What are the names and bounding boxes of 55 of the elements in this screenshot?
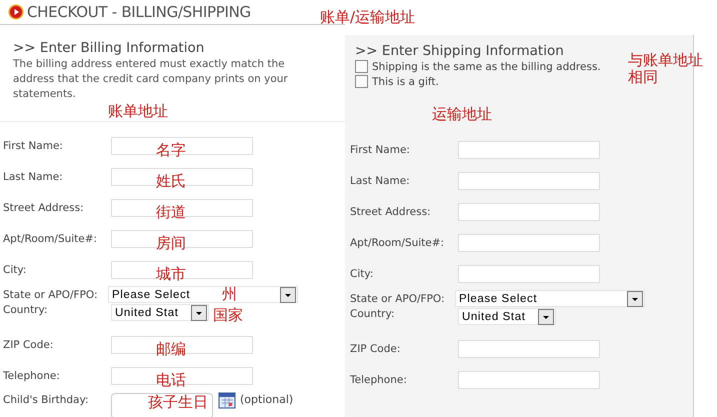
optional-hint: (optional)	[240, 393, 294, 406]
checkbox-label: This is a gift.	[372, 76, 439, 88]
annotation: 国家	[213, 307, 243, 324]
dropdown[interactable]: United Stat	[458, 308, 556, 325]
billing-description: The billing address entered must exactly match the address that the credit card company prints on your statements.	[13, 57, 289, 102]
calendar-icon[interactable]	[218, 391, 236, 409]
checkbox-label: Shipping is the same as the billing address.	[372, 60, 601, 72]
field-label: Telephone:	[350, 374, 408, 386]
field-label: State or APO/FPO:	[3, 288, 99, 300]
checkbox[interactable]	[355, 60, 368, 73]
field-label: City:	[3, 264, 28, 276]
input-field[interactable]	[458, 370, 600, 388]
annotation: 账单地址	[108, 103, 168, 120]
date-field[interactable]	[111, 393, 213, 417]
annotation: 州	[222, 286, 237, 302]
play-icon	[8, 4, 24, 20]
field-label: First Name:	[3, 140, 64, 152]
section-heading: >> Enter Billing Information	[13, 40, 206, 56]
field-label: Street Address:	[3, 202, 85, 214]
annotation: 运输地址	[432, 106, 492, 122]
checkbox[interactable]	[355, 75, 368, 88]
field-label: Country:	[3, 304, 48, 316]
field-label: Apt/Room/Suite#:	[3, 232, 98, 244]
annotation: 电话	[156, 372, 186, 388]
field-label: ZIP Code:	[3, 338, 54, 350]
annotation: 与账单地址相同	[628, 52, 703, 85]
input-field[interactable]	[458, 202, 600, 220]
field-label: City:	[350, 268, 374, 280]
field-label: Last Name:	[350, 174, 411, 186]
input-field[interactable]	[458, 172, 600, 190]
input-field[interactable]	[458, 234, 600, 252]
annotation: 邮编	[156, 341, 186, 358]
field-label: First Name:	[350, 144, 411, 156]
dropdown[interactable]: United Stat	[111, 304, 209, 321]
input-field[interactable]	[458, 340, 600, 358]
field-label: State or APO/FPO:	[350, 292, 446, 304]
input-field[interactable]	[458, 140, 600, 158]
dropdown[interactable]: Please Select	[455, 290, 645, 307]
input-field[interactable]	[458, 264, 600, 282]
field-label: Last Name:	[3, 170, 64, 182]
annotation: 账单/运输地址	[320, 9, 416, 26]
annotation: 姓氏	[156, 173, 186, 190]
annotation: 街道	[156, 204, 186, 220]
annotation: 城市	[156, 266, 186, 282]
field-label: Street Address:	[350, 206, 432, 218]
field-label: Apt/Room/Suite#:	[350, 236, 446, 248]
annotation: 名字	[156, 142, 186, 158]
section-heading: >> Enter Shipping Information	[355, 43, 565, 59]
annotation: 房间	[156, 235, 186, 252]
field-label: Child's Birthday:	[3, 394, 90, 406]
field-label: Country:	[350, 308, 396, 320]
field-label: Telephone:	[3, 370, 61, 382]
annotation: 孩子生日	[148, 394, 208, 410]
page-title: CHECKOUT - BILLING/SHIPPING	[27, 3, 251, 21]
field-label: ZIP Code:	[350, 342, 402, 354]
